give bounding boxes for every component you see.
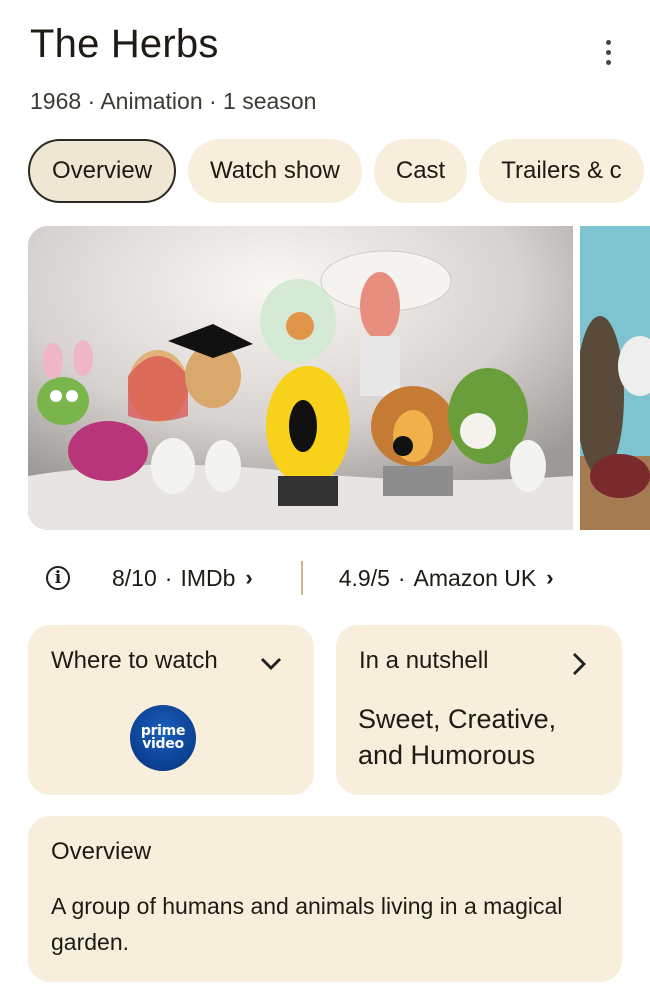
ratings-row: i 8/10 · IMDb › 4.9/5 · Amazon UK › xyxy=(46,560,626,596)
info-icon[interactable]: i xyxy=(46,566,70,590)
tab-watch-show[interactable]: Watch show xyxy=(188,139,362,203)
tab-bar: Overview Watch show Cast Trailers & c xyxy=(28,139,644,203)
tab-cast[interactable]: Cast xyxy=(373,139,468,203)
imdb-source: IMDb xyxy=(180,564,236,591)
chevron-right-icon: › xyxy=(245,565,253,590)
vertical-divider xyxy=(300,561,303,595)
where-to-watch-card[interactable]: Where to watch prime video xyxy=(28,625,314,795)
chevron-right-icon: › xyxy=(546,565,554,590)
separator-dot: · xyxy=(164,564,173,591)
in-a-nutshell-title: In a nutshell xyxy=(359,647,489,674)
where-to-watch-title: Where to watch xyxy=(51,647,218,674)
more-vert-icon-dot xyxy=(605,49,611,55)
show-metadata: 1968 · Animation · 1 season xyxy=(30,88,317,114)
in-a-nutshell-card[interactable]: In a nutshell Sweet, Creative, and Humor… xyxy=(336,625,622,795)
imdb-score: 8/10 xyxy=(112,564,157,591)
puppets-illustration xyxy=(28,226,573,530)
secondary-illustration xyxy=(580,226,650,530)
prime-video-logo[interactable]: prime video xyxy=(130,705,196,771)
overview-text: A group of humans and animals living in … xyxy=(51,893,563,955)
overview-title: Overview xyxy=(51,838,152,865)
prime-video-logo-text2: video xyxy=(142,736,184,752)
in-a-nutshell-text: Sweet, Creative, and Humorous xyxy=(358,704,557,770)
separator-dot: · xyxy=(397,564,406,591)
overview-card: Overview A group of humans and animals l… xyxy=(28,816,622,982)
more-vert-icon xyxy=(605,39,611,45)
page-title: The Herbs xyxy=(30,22,219,66)
amazon-rating-link[interactable]: 4.9/5 · Amazon UK › xyxy=(339,565,554,592)
main-show-image[interactable] xyxy=(28,226,573,530)
tab-trailers[interactable]: Trailers & c xyxy=(479,139,644,203)
tab-overview[interactable]: Overview xyxy=(28,139,177,203)
secondary-show-image[interactable] xyxy=(580,226,650,530)
chevron-right-icon xyxy=(573,653,586,675)
more-vert-icon-dot xyxy=(605,59,611,65)
amazon-source: Amazon UK xyxy=(413,564,537,591)
amazon-score: 4.9/5 xyxy=(338,564,390,591)
more-options-button[interactable] xyxy=(588,30,628,74)
imdb-rating-link[interactable]: 8/10 · IMDb › xyxy=(112,565,253,592)
chevron-down-icon xyxy=(261,658,281,670)
